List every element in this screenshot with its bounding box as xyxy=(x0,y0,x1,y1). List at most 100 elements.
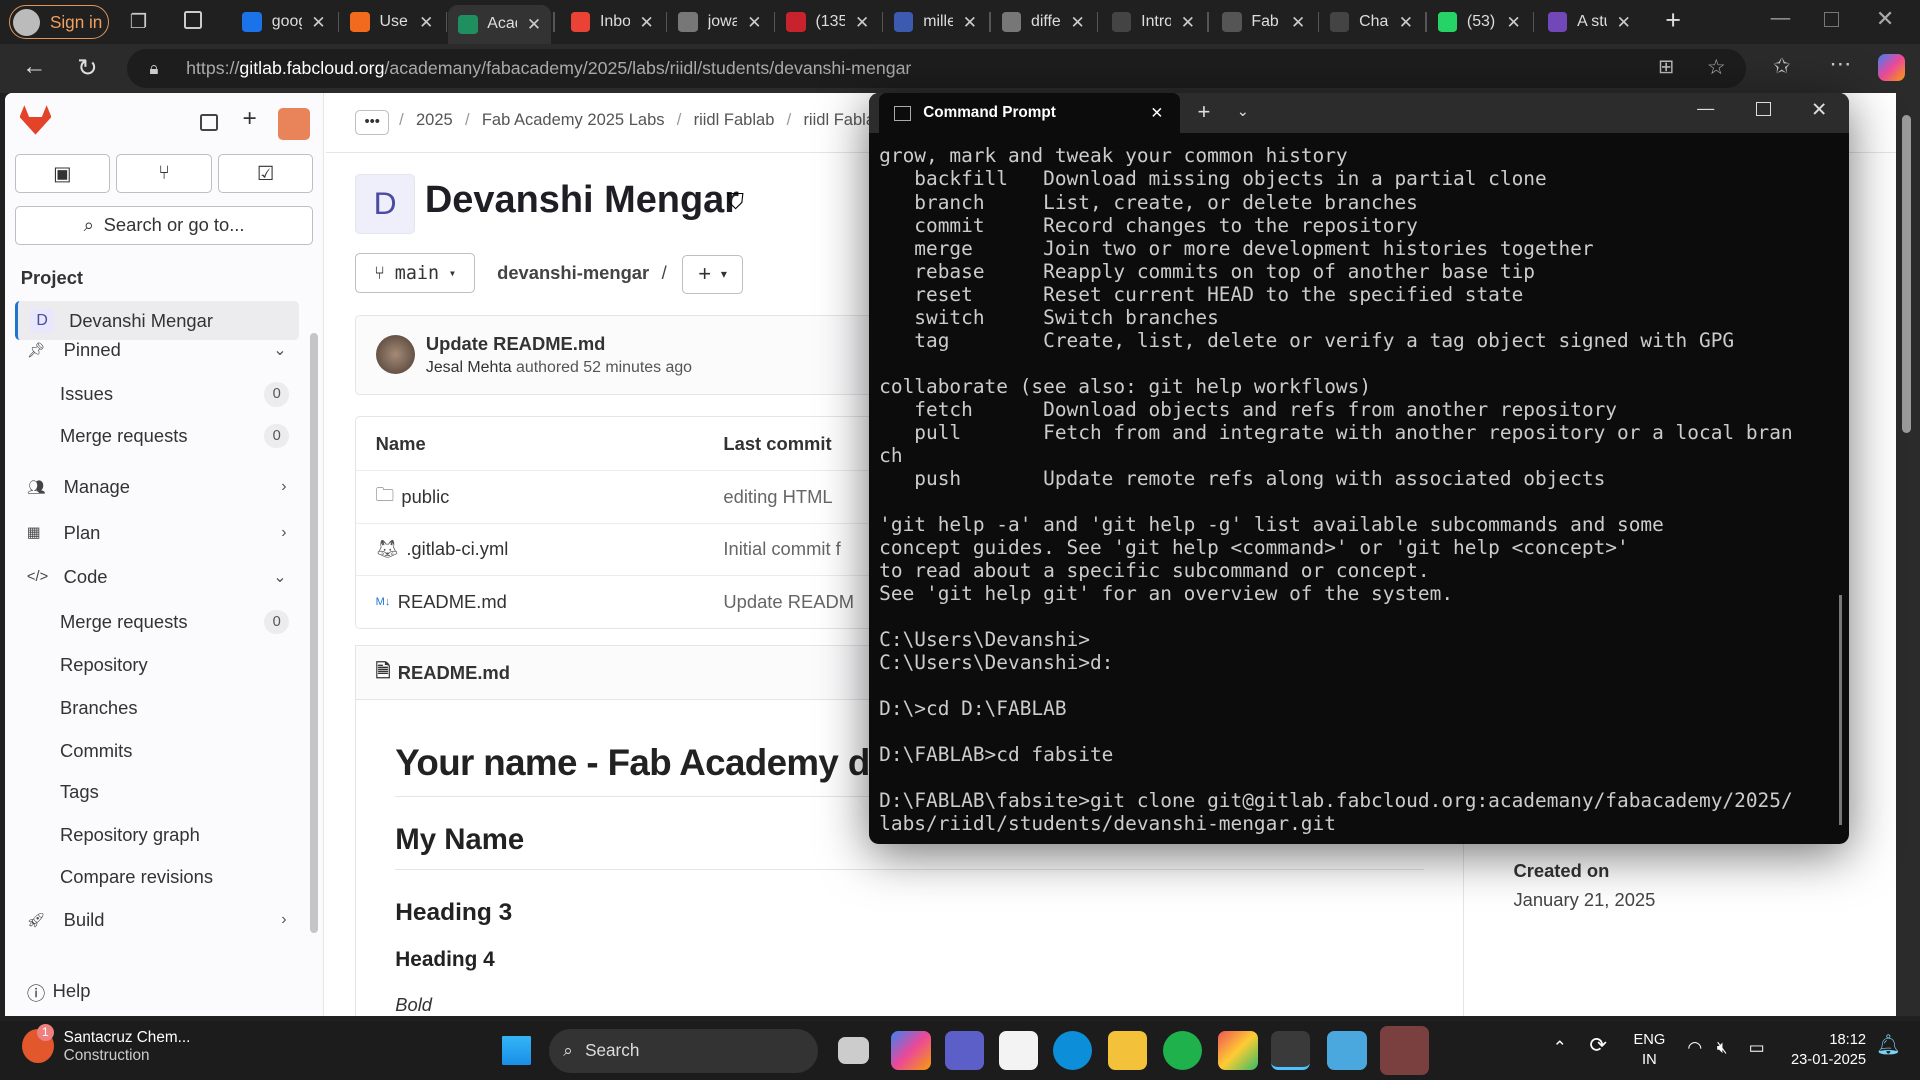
sidebar-item-build[interactable]: 🚀︎ Build › xyxy=(15,900,299,939)
file-name[interactable]: public xyxy=(401,486,449,508)
browser-tab[interactable]: Fab A✕ xyxy=(1212,5,1315,39)
terminal-taskbar-icon[interactable] xyxy=(1271,1031,1311,1071)
notepad-icon[interactable] xyxy=(1327,1031,1367,1071)
favorites-icon[interactable]: ✩ xyxy=(1773,54,1790,79)
browser-tab[interactable]: Intro ✕ xyxy=(1102,5,1205,39)
sidebar-item-repository[interactable]: Repository xyxy=(15,645,299,684)
breadcrumb-item[interactable]: riidl Fablab xyxy=(694,110,775,130)
add-file-dropdown[interactable]: + ▾ xyxy=(682,254,744,294)
sidebar-item-compare-revisions[interactable]: Compare revisions xyxy=(15,857,299,896)
sidebar-item-merge-requests[interactable]: Merge requests 0 xyxy=(15,416,299,455)
close-button[interactable]: ✕ xyxy=(1811,98,1827,122)
weather-widget[interactable]: 1 Santacruz Chem... Construction xyxy=(22,1023,190,1065)
command-prompt-window[interactable]: Command Prompt ✕ + ⌄ — ✕ grow, mark and t… xyxy=(869,93,1849,844)
last-commit-message[interactable]: Update READM xyxy=(723,591,854,613)
file-name[interactable]: README.md xyxy=(398,591,507,613)
browser-tab[interactable]: differ✕ xyxy=(992,5,1095,39)
close-tab-icon[interactable]: ✕ xyxy=(1181,12,1195,33)
close-tab-icon[interactable]: ✕ xyxy=(855,12,869,33)
browser-tab[interactable]: Acad✕ xyxy=(448,4,551,45)
minimize-button[interactable]: — xyxy=(1771,7,1791,30)
close-window-button[interactable]: ✕ xyxy=(1876,6,1894,32)
close-tab-icon[interactable]: ✕ xyxy=(1071,12,1085,33)
merge-requests-shortcut-button[interactable]: ⑂ xyxy=(116,154,212,194)
sidebar-item-code[interactable]: </> Code ⌄ xyxy=(15,557,299,596)
menu-icon[interactable]: ⋯ xyxy=(1829,51,1851,77)
sidebar-item-pinned[interactable]: 📌︎ Pinned ⌄ xyxy=(15,331,299,370)
sidebar-item-manage[interactable]: 👥︎ Manage › xyxy=(15,468,299,507)
breadcrumb-item[interactable]: Fab Academy 2025 Labs xyxy=(482,110,665,130)
show-hidden-icons[interactable]: ⌃ xyxy=(1553,1038,1567,1058)
favorite-star-icon[interactable]: ☆ xyxy=(1707,55,1726,80)
url-input[interactable]: 🔒︎ https://gitlab.fabcloud.org/academany… xyxy=(127,48,1747,89)
wifi-icon[interactable]: ◠ xyxy=(1687,1038,1702,1058)
browser-tab[interactable]: A stu✕ xyxy=(1538,5,1641,39)
issues-shortcut-button[interactable]: ▣ xyxy=(14,154,111,194)
task-view-icon[interactable] xyxy=(837,1037,870,1065)
sidebar-toggle-icon[interactable] xyxy=(199,113,218,131)
breadcrumb-item[interactable]: 2025 xyxy=(416,110,453,130)
close-tab-icon[interactable]: ✕ xyxy=(1150,104,1163,123)
copilot-icon[interactable] xyxy=(1878,53,1906,81)
sidebar-item-branches[interactable]: Branches xyxy=(15,688,299,727)
minimize-button[interactable]: — xyxy=(1697,98,1714,119)
taskbar-search[interactable]: ⌕ Search xyxy=(548,1028,818,1073)
last-commit-message[interactable]: editing HTML xyxy=(723,486,832,508)
close-tab-icon[interactable]: ✕ xyxy=(1617,12,1631,33)
help-button[interactable]: ⓘ Help xyxy=(27,980,90,1006)
terminal-tab[interactable]: Command Prompt ✕ xyxy=(879,93,1181,134)
new-tab-button[interactable]: + xyxy=(1665,5,1681,36)
close-tab-icon[interactable]: ✕ xyxy=(963,12,977,33)
close-tab-icon[interactable]: ✕ xyxy=(747,12,761,33)
language-indicator[interactable]: ENG IN xyxy=(1633,1031,1665,1070)
create-new-icon[interactable]: + xyxy=(242,105,256,133)
maximize-button[interactable] xyxy=(1824,12,1840,27)
dropdown-icon[interactable]: ⌄ xyxy=(1237,103,1249,120)
browser-tab[interactable]: Inbox✕ xyxy=(561,5,664,39)
search-button[interactable]: ⌕ Search or go to... xyxy=(14,205,314,245)
close-tab-icon[interactable]: ✕ xyxy=(311,12,325,33)
edge-icon[interactable] xyxy=(1053,1031,1093,1071)
notification-bell-icon[interactable]: 🔔︎ xyxy=(1876,1035,1901,1056)
close-tab-icon[interactable]: ✕ xyxy=(1291,12,1305,33)
workspaces-icon[interactable]: ❐ xyxy=(130,10,148,34)
sidebar-item-tags[interactable]: Tags xyxy=(15,773,299,812)
browser-tab[interactable]: goog✕ xyxy=(233,5,336,39)
sync-icon[interactable]: ⟳ xyxy=(1589,1035,1606,1056)
browser-tab[interactable]: (135)✕ xyxy=(776,5,879,39)
branch-selector[interactable]: ⑂ main ▾ xyxy=(355,253,476,293)
commit-message[interactable]: Update README.md xyxy=(426,333,606,355)
app-icon[interactable] xyxy=(1163,1031,1203,1071)
browser-tab[interactable]: Use S✕ xyxy=(340,5,443,39)
browser-tab[interactable]: (53) W✕ xyxy=(1428,5,1531,39)
file-explorer-icon[interactable] xyxy=(1108,1031,1148,1071)
mute-icon[interactable]: 🔇︎ xyxy=(1717,1038,1728,1058)
clock[interactable]: 18:12 23-01-2025 xyxy=(1785,1031,1866,1070)
sidebar-item-issues[interactable]: Issues 0 xyxy=(15,375,299,414)
tab-actions-icon[interactable] xyxy=(183,11,203,30)
chrome-icon[interactable] xyxy=(1380,1026,1429,1076)
sidebar-item-plan[interactable]: ▦ Plan › xyxy=(15,513,299,552)
maximize-button[interactable] xyxy=(1755,101,1771,117)
back-icon[interactable]: ← xyxy=(22,53,46,81)
store-icon[interactable] xyxy=(999,1031,1039,1071)
page-scrollbar[interactable] xyxy=(1895,93,1920,1017)
start-button-icon[interactable] xyxy=(502,1035,532,1066)
last-commit-message[interactable]: Initial commit f xyxy=(723,538,840,560)
sidebar-item-merge-requests[interactable]: Merge requests 0 xyxy=(15,602,299,641)
user-avatar[interactable] xyxy=(277,107,310,140)
todos-shortcut-button[interactable]: ☑ xyxy=(217,154,314,194)
copilot-icon[interactable] xyxy=(891,1031,931,1071)
browser-tab[interactable]: mille ✕ xyxy=(884,5,987,39)
sidebar-scrollbar[interactable] xyxy=(309,333,319,934)
close-tab-icon[interactable]: ✕ xyxy=(1506,12,1520,33)
apps-icon[interactable]: ⊞ xyxy=(1658,55,1674,79)
terminal-scrollbar[interactable] xyxy=(1839,595,1842,826)
battery-icon[interactable]: ▭ xyxy=(1749,1038,1765,1058)
close-tab-icon[interactable]: ✕ xyxy=(640,12,654,33)
browser-tab[interactable]: jowar✕ xyxy=(669,5,772,39)
teams-icon[interactable] xyxy=(945,1031,985,1071)
terminal-output[interactable]: grow, mark and tweak your common history… xyxy=(879,144,1793,835)
new-tab-icon[interactable]: + xyxy=(1198,99,1211,125)
gitlab-logo-icon[interactable] xyxy=(19,105,52,135)
